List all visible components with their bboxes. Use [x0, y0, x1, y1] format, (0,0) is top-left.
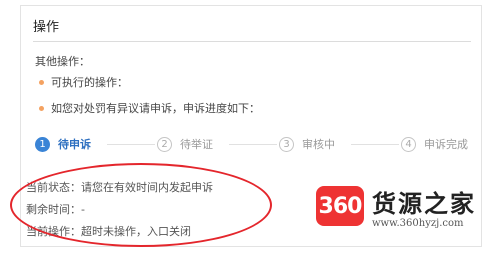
bullet-text: 如您对处罚有异议请申诉，申诉进度如下： [51, 102, 260, 115]
step-label: 待举证 [180, 138, 213, 151]
step-number-icon: 1 [35, 136, 50, 152]
step-label: 待申诉 [58, 138, 91, 151]
bullet-item-appeal-info: 如您对处罚有异议请申诉，申诉进度如下： [39, 100, 260, 116]
step-appeal-complete: 4 申诉完成 [401, 134, 468, 154]
step-number-icon: 2 [157, 136, 172, 152]
site-watermark: 360 货源之家 www.360hyzj.com [316, 184, 491, 240]
watermark-logo: 360 [316, 186, 364, 226]
bullet-item-executable-ops: 可执行的操作： [39, 74, 128, 90]
step-pending-evidence: 2 待举证 [157, 134, 213, 154]
bullet-dot-icon [39, 105, 44, 111]
step-connector [229, 144, 277, 145]
step-label: 审核中 [302, 138, 335, 151]
step-under-review: 3 审核中 [279, 134, 335, 154]
watermark-url: www.360hyzj.com [372, 218, 464, 229]
title-divider [33, 41, 471, 42]
step-label: 申诉完成 [424, 138, 468, 151]
step-number-icon: 3 [279, 136, 294, 152]
other-ops-label: 其他操作： [35, 55, 90, 68]
bullet-dot-icon [39, 79, 44, 85]
panel-title: 操作 [33, 20, 60, 35]
appeal-progress-steps: 1 待申诉 2 待举证 3 审核中 4 申诉完成 [35, 134, 475, 158]
step-connector [351, 144, 399, 145]
red-highlight-ellipse [10, 163, 272, 247]
step-number-icon: 4 [401, 136, 416, 152]
watermark-title: 货源之家 [372, 190, 476, 218]
step-pending-appeal: 1 待申诉 [35, 134, 91, 154]
bullet-text: 可执行的操作： [51, 76, 128, 89]
step-connector [107, 144, 155, 145]
